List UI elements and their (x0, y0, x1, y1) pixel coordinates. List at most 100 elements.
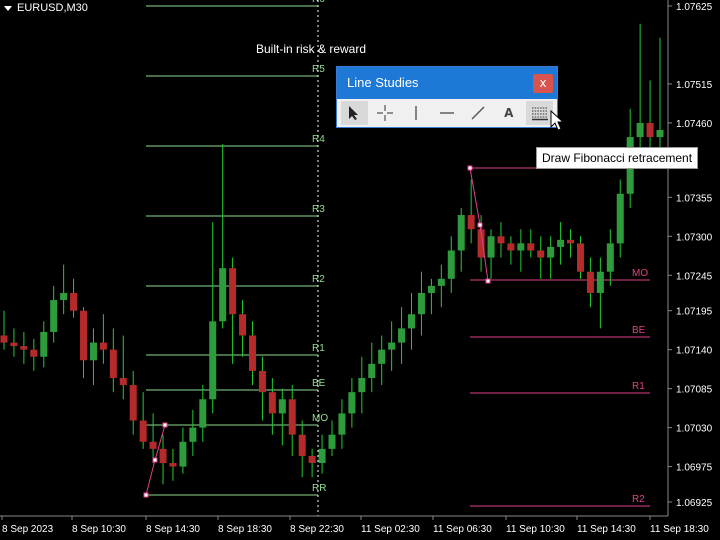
price-tick-label: 1.07300 (676, 232, 713, 243)
level-label-green: R3 (312, 204, 325, 215)
candle-body (616, 193, 624, 244)
level-label-pink: MO (632, 268, 648, 279)
candle-body (557, 239, 565, 247)
candle-body (596, 271, 604, 293)
candle-body (537, 250, 545, 258)
crosshair-tool[interactable] (372, 101, 399, 125)
candle-body (567, 239, 575, 244)
line-studies-panel[interactable]: Line Studies x A (336, 66, 558, 128)
candle-body (457, 215, 465, 251)
symbol-text: EURUSD,M30 (17, 2, 88, 14)
time-tick-label: 11 Sep 06:30 (433, 524, 492, 535)
candle-body (656, 130, 664, 138)
candle-body (50, 300, 58, 332)
candle-body (576, 243, 584, 272)
price-tick-label: 1.07460 (676, 119, 713, 130)
level-label-pink: R2 (632, 494, 645, 505)
time-tick-label: 8 Sep 22:30 (290, 524, 344, 535)
panel-titlebar[interactable]: Line Studies x (337, 67, 557, 99)
candle-body (258, 370, 266, 393)
fib-anchor-point[interactable] (485, 278, 491, 284)
candle-body (427, 285, 435, 293)
candle-body (288, 399, 296, 435)
price-tick-label: 1.07030 (676, 424, 713, 435)
candle-body (139, 420, 147, 442)
candle-body (298, 434, 306, 456)
vertical-line-icon (415, 106, 417, 120)
level-label-green: MO (312, 413, 328, 424)
candle-body (149, 441, 157, 449)
candle-body (308, 455, 316, 464)
candle-body (507, 243, 515, 251)
fib-anchor-point[interactable] (467, 165, 473, 171)
candle-body (189, 427, 197, 442)
fib-anchor-point[interactable] (162, 422, 168, 428)
candle-body (398, 328, 406, 343)
text-tool[interactable]: A (495, 101, 522, 125)
candle-body (229, 268, 237, 315)
candle-body (40, 331, 48, 357)
mouse-pointer-icon (550, 110, 565, 131)
horizontal-line-tool[interactable] (434, 101, 461, 125)
level-label-green: R2 (312, 274, 325, 285)
candle-body (586, 271, 594, 293)
candle-body (219, 268, 227, 322)
text-icon: A (504, 106, 514, 120)
time-tick-label: 8 Sep 2023 (2, 524, 54, 535)
price-tick-label: 1.07625 (676, 2, 713, 13)
level-label-green: R5 (312, 64, 325, 75)
time-tick-label: 8 Sep 14:30 (146, 524, 200, 535)
horizontal-line-icon (440, 112, 454, 114)
candle-body (119, 378, 127, 386)
trendline-tool[interactable] (464, 101, 491, 125)
trendline-icon (471, 106, 485, 120)
price-tick-label: 1.07515 (676, 80, 713, 91)
candle-body (209, 321, 217, 400)
panel-title: Line Studies (347, 75, 419, 90)
vertical-line-tool[interactable] (403, 101, 430, 125)
level-label-pink: R1 (632, 381, 645, 392)
close-button[interactable]: x (533, 74, 553, 93)
price-tick-label: 1.07245 (676, 271, 713, 282)
candle-body (388, 342, 396, 350)
time-tick-label: 8 Sep 18:30 (218, 524, 272, 535)
candle-body (497, 236, 505, 244)
level-label-green: R4 (312, 134, 325, 145)
time-tick-label: 11 Sep 18:30 (650, 524, 709, 535)
symbol-label: EURUSD,M30 (4, 2, 88, 14)
arrow-cursor-icon (349, 106, 359, 120)
candle-body (378, 349, 386, 364)
level-label-green: RR (312, 483, 326, 494)
candle-body (239, 314, 247, 336)
candle-body (517, 243, 525, 251)
candle-body (358, 378, 366, 393)
annotation-text: Built-in risk & reward (256, 42, 367, 56)
candle-body (437, 278, 445, 286)
fib-anchor-point[interactable] (477, 222, 483, 228)
candle-body (368, 363, 376, 378)
candle-body (199, 399, 207, 428)
candle-body (129, 385, 137, 421)
fib-anchor-point[interactable] (143, 492, 149, 498)
candle-body (527, 243, 535, 251)
tool-row: A (337, 99, 557, 127)
candle-body (10, 342, 18, 347)
candle-body (109, 349, 117, 378)
price-tick-label: 1.07140 (676, 346, 713, 357)
dropdown-triangle-icon[interactable] (4, 5, 12, 11)
level-label-green: R6 (312, 0, 325, 5)
candle-body (30, 349, 38, 357)
fib-anchor-point[interactable] (152, 457, 158, 463)
candle-body (417, 292, 425, 315)
time-tick-label: 11 Sep 14:30 (577, 524, 636, 535)
candle-body (99, 342, 107, 350)
time-tick-label: 11 Sep 10:30 (506, 524, 565, 535)
time-tick-label: 11 Sep 02:30 (361, 524, 420, 535)
candle-body (159, 448, 167, 464)
price-tick-label: 1.07195 (676, 307, 713, 318)
candle-body (278, 399, 286, 414)
candle-body (547, 246, 555, 258)
fibonacci-tool[interactable] (526, 101, 554, 125)
cursor-tool[interactable] (341, 101, 368, 125)
candle-body (0, 335, 8, 343)
